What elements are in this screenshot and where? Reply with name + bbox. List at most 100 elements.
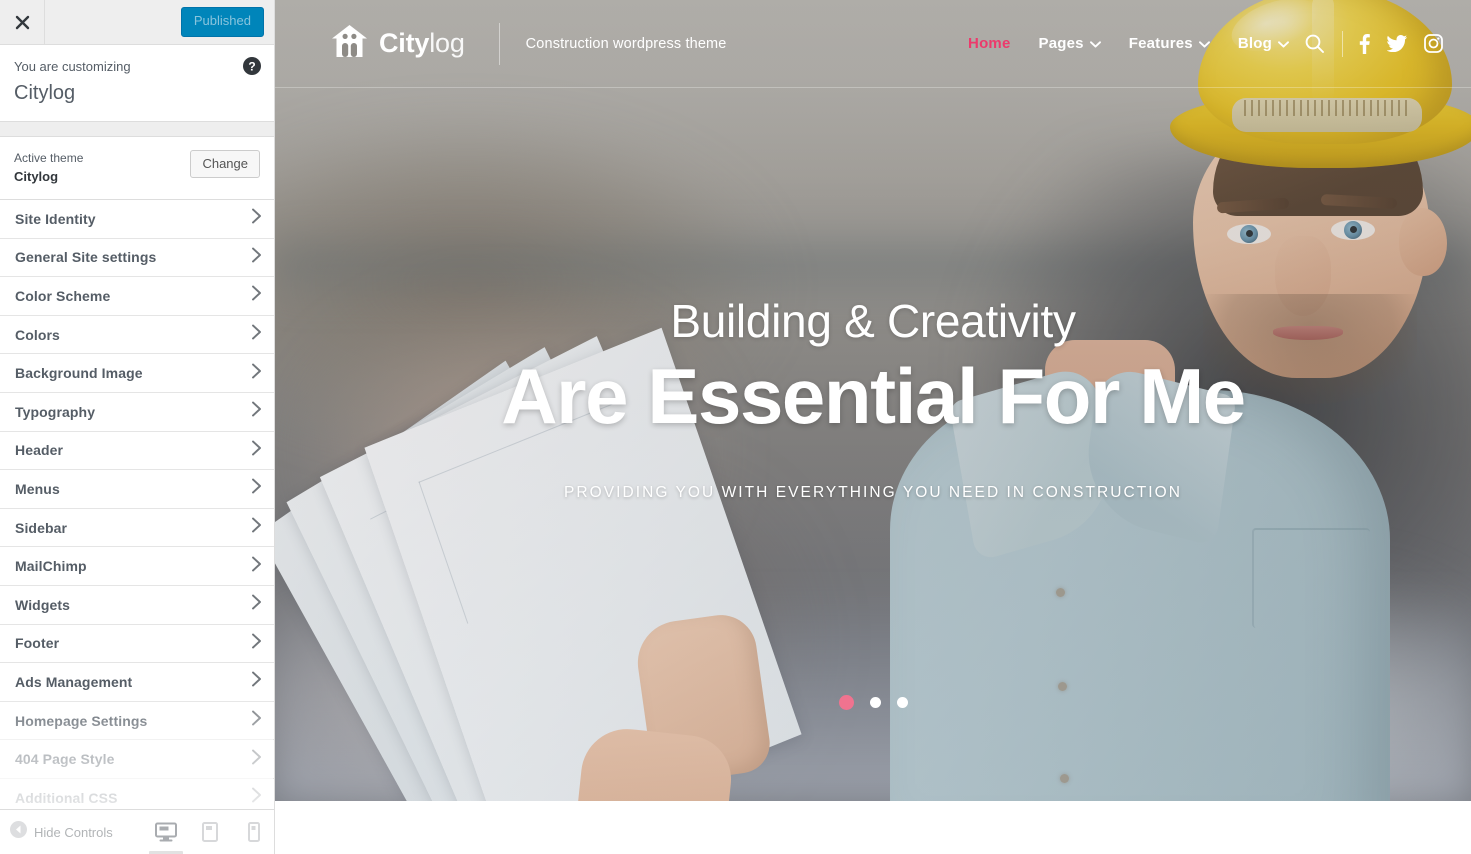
customizing-title: Citylog bbox=[14, 81, 76, 104]
help-icon[interactable]: ? bbox=[242, 56, 262, 76]
change-theme-button[interactable]: Change bbox=[190, 149, 260, 178]
sidebar-item-label: Typography bbox=[15, 403, 96, 420]
nav-link-blog[interactable]: Blog bbox=[1238, 35, 1289, 52]
facebook-icon[interactable] bbox=[1359, 33, 1370, 54]
worker-pupil bbox=[1350, 226, 1357, 233]
collapse-left-icon bbox=[10, 821, 27, 843]
sidebar-item-sidebar[interactable]: Sidebar bbox=[0, 508, 274, 548]
chevron-right-icon bbox=[251, 324, 262, 345]
customizer-sidebar: Published You are customizing Citylog ? … bbox=[0, 0, 275, 854]
brand-divider bbox=[498, 22, 500, 65]
shirt-button bbox=[1056, 588, 1065, 597]
worker-eye-left bbox=[1227, 224, 1271, 244]
publish-button[interactable]: Published bbox=[180, 7, 264, 37]
customizer-topbar: Published bbox=[0, 0, 274, 45]
brand-light: log bbox=[429, 28, 465, 58]
chevron-right-icon bbox=[251, 517, 262, 538]
primary-navigation: Home Pages Features Blog bbox=[968, 35, 1289, 52]
preview-viewport: Citylog Construction wordpress theme Hom… bbox=[275, 0, 1471, 801]
hero-content: Building & Creativity Are Essential For … bbox=[275, 295, 1471, 502]
chevron-right-icon bbox=[251, 594, 262, 615]
sidebar-item-label: General Site settings bbox=[15, 249, 157, 266]
sidebar-item-background-image[interactable]: Background Image bbox=[0, 354, 274, 393]
hide-controls-button[interactable]: Hide Controls bbox=[10, 821, 113, 843]
slider-dot[interactable] bbox=[869, 697, 881, 708]
hero-subtitle-bottom: PROVIDING YOU WITH EVERYTHING YOU NEED I… bbox=[564, 483, 1182, 501]
active-theme-text: Active theme Citylog bbox=[14, 149, 190, 187]
site-brand[interactable]: Citylog bbox=[331, 24, 465, 63]
chevron-right-icon bbox=[251, 787, 262, 808]
sidebar-item-label: Header bbox=[15, 442, 64, 459]
social-links bbox=[1359, 33, 1443, 54]
chevron-down-icon bbox=[1089, 35, 1101, 52]
nav-link-pages[interactable]: Pages bbox=[1039, 35, 1101, 52]
sidebar-item-homepage-settings[interactable]: Homepage Settings bbox=[0, 701, 274, 741]
hero-subtitle-top: Building & Creativity bbox=[670, 295, 1076, 347]
sidebar-item-header[interactable]: Header bbox=[0, 431, 274, 471]
worker-eye-right bbox=[1331, 220, 1375, 240]
sidebar-item-label: Background Image bbox=[15, 365, 143, 382]
sidebar-item-label: Additional CSS bbox=[15, 789, 118, 806]
shirt-button bbox=[1058, 682, 1067, 691]
sidebar-item-label: Color Scheme bbox=[15, 287, 111, 304]
sidebar-item-ads-management[interactable]: Ads Management bbox=[0, 663, 274, 702]
customizer-footer: Hide Controls bbox=[0, 809, 274, 854]
sidebar-item-color-scheme[interactable]: Color Scheme bbox=[0, 277, 274, 316]
sidebar-item-site-identity[interactable]: Site Identity bbox=[0, 200, 274, 239]
nav-link-label: Blog bbox=[1237, 35, 1272, 52]
worker-shirt-pocket bbox=[1252, 528, 1370, 628]
panel-gap bbox=[0, 121, 274, 137]
worker-pupil bbox=[1246, 230, 1253, 237]
chevron-right-icon bbox=[251, 208, 262, 229]
active-theme-row: Active theme Citylog Change bbox=[0, 136, 274, 200]
mobile-icon[interactable] bbox=[239, 817, 269, 847]
slider-dot[interactable] bbox=[896, 697, 908, 708]
sidebar-item-label: Ads Management bbox=[15, 673, 133, 690]
hide-controls-label: Hide Controls bbox=[34, 824, 113, 840]
search-icon[interactable] bbox=[1305, 34, 1324, 53]
brand-wordmark: Citylog bbox=[379, 28, 465, 59]
chevron-down-icon bbox=[1198, 35, 1210, 52]
tablet-icon[interactable] bbox=[195, 817, 225, 847]
hero-slider-dots bbox=[275, 695, 1471, 710]
worker-ear bbox=[1399, 208, 1447, 276]
sidebar-item-general-site-settings[interactable]: General Site settings bbox=[0, 238, 274, 278]
close-icon[interactable] bbox=[0, 0, 45, 44]
nav-link-home[interactable]: Home bbox=[968, 35, 1010, 52]
chevron-right-icon bbox=[251, 556, 262, 577]
hero-title: Are Essential For Me bbox=[501, 351, 1246, 440]
hard-hat-vents bbox=[1244, 100, 1410, 116]
shirt-button bbox=[1060, 774, 1069, 783]
sidebar-item-widgets[interactable]: Widgets bbox=[0, 585, 274, 625]
sidebar-item-mailchimp[interactable]: MailChimp bbox=[0, 547, 274, 586]
slider-dot[interactable] bbox=[838, 695, 854, 710]
customizer-screen: Published You are customizing Citylog ? … bbox=[0, 0, 1471, 854]
sidebar-item-footer[interactable]: Footer bbox=[0, 624, 274, 664]
customizing-info: You are customizing Citylog ? bbox=[0, 45, 274, 122]
sidebar-item-label: Sidebar bbox=[15, 519, 68, 536]
nav-link-features[interactable]: Features bbox=[1129, 35, 1210, 52]
preview-bottom-strip bbox=[275, 801, 1471, 854]
sidebar-item-label: Menus bbox=[15, 480, 60, 497]
chevron-right-icon bbox=[251, 671, 262, 692]
site-tagline: Construction wordpress theme bbox=[525, 35, 727, 52]
nav-link-label: Features bbox=[1128, 35, 1193, 52]
sidebar-item-typography[interactable]: Typography bbox=[0, 392, 274, 432]
twitter-icon[interactable] bbox=[1387, 35, 1407, 52]
active-theme-name: Citylog bbox=[14, 168, 59, 184]
customizing-label: You are customizing bbox=[14, 59, 131, 74]
brand-bold: City bbox=[379, 28, 430, 58]
instagram-icon[interactable] bbox=[1424, 34, 1443, 53]
site-preview: Citylog Construction wordpress theme Hom… bbox=[275, 0, 1471, 854]
sidebar-item-colors[interactable]: Colors bbox=[0, 315, 274, 355]
sidebar-item-label: Homepage Settings bbox=[15, 712, 148, 729]
header-divider bbox=[1342, 30, 1343, 57]
desktop-icon[interactable] bbox=[148, 817, 183, 854]
sidebar-item-label: Site Identity bbox=[15, 210, 96, 227]
house-logo-icon bbox=[331, 24, 368, 63]
sidebar-item-404-page-style[interactable]: 404 Page Style bbox=[0, 740, 274, 779]
chevron-right-icon bbox=[251, 401, 262, 422]
chevron-right-icon bbox=[251, 710, 262, 731]
sidebar-item-menus[interactable]: Menus bbox=[0, 470, 274, 509]
chevron-right-icon bbox=[251, 749, 262, 770]
